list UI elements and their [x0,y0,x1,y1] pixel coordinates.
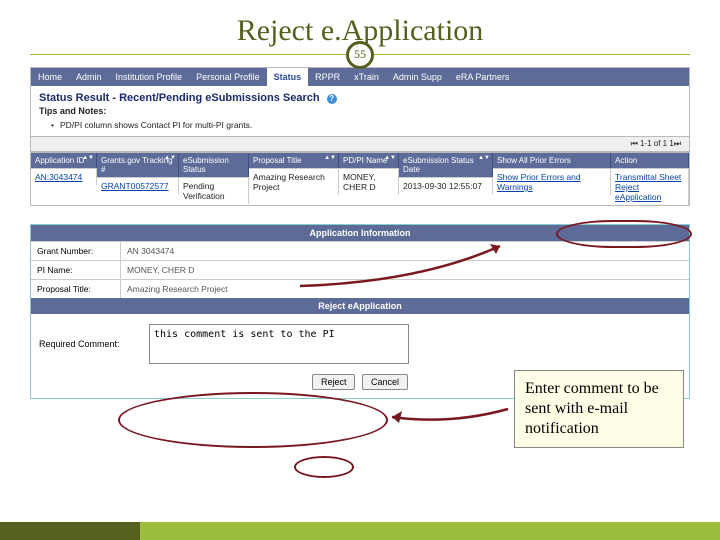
col-proposal[interactable]: Proposal Title▲▼ [249,153,339,168]
pi-value: MONEY, CHER D [121,261,200,279]
col-tracking[interactable]: Grants.gov Tracking #▲▼ [97,153,179,177]
nav-admin[interactable]: Admin [69,68,109,86]
status-result-panel: Home Admin Institution Profile Personal … [30,67,690,206]
nav-personal[interactable]: Personal Profile [189,68,267,86]
col-pdpi[interactable]: PD/PI Name▲▼ [339,153,399,168]
cell-app-id[interactable]: AN:3043474 [31,168,97,185]
comment-label: Required Comment: [39,339,139,349]
grant-value: AN 3043474 [121,242,180,260]
tips-label: Tips and Notes: [31,106,689,118]
nav-home[interactable]: Home [31,68,69,86]
cell-prior[interactable]: Show Prior Errors and Warnings [493,168,611,195]
accent-bar-olive [0,522,140,540]
title-rule: 55 [30,54,690,55]
row-pi: PI Name: MONEY, CHER D [31,260,689,279]
row-proposal: Proposal Title: Amazing Research Project [31,279,689,298]
era-nav: Home Admin Institution Profile Personal … [31,68,689,86]
cell-proposal: Amazing Research Project [249,168,339,195]
col-esub-status[interactable]: eSubmission Status [179,153,249,177]
nav-partners[interactable]: eRA Partners [449,68,517,86]
help-icon[interactable]: ? [327,94,337,104]
col-date[interactable]: eSubmission Status Date▲▼ [399,153,493,177]
slide-number-badge: 55 [346,41,374,69]
nav-rppr[interactable]: RPPR [308,68,347,86]
nav-xtrain[interactable]: xTrain [347,68,386,86]
row-grant: Grant Number: AN 3043474 [31,241,689,260]
results-grid: Application ID▲▼ AN:3043474 Grants.gov T… [31,152,689,205]
cell-pdpi: MONEY, CHER D [339,168,399,195]
col-app-id[interactable]: Application ID▲▼ [31,153,97,168]
nav-adminsupp[interactable]: Admin Supp [386,68,449,86]
app-info-header: Application Information [31,225,689,241]
cell-esub-status: Pending Verification [179,177,249,204]
reject-header: Reject eApplication [31,298,689,314]
tips-bullet: PD/PI column shows Contact PI for multi-… [31,118,689,136]
status-result-heading: Status Result - Recent/Pending eSubmissi… [31,86,689,106]
proposal-label: Proposal Title: [31,280,121,298]
reject-button[interactable]: Reject [312,374,356,390]
cell-date: 2013-09-30 12:55:07 [399,177,493,194]
callout-comment: Enter comment to be sent with e-mail not… [514,370,684,448]
nav-status[interactable]: Status [267,68,309,86]
cancel-button[interactable]: Cancel [362,374,408,390]
proposal-value: Amazing Research Project [121,280,234,298]
comment-textarea[interactable]: this comment is sent to the PI [149,324,409,364]
cell-actions[interactable]: Transmittal Sheet Reject eApplication [611,168,689,205]
pager[interactable]: ⏮ 1-1 of 1 1⏭ [31,136,689,152]
col-action: Action [611,153,689,168]
pi-label: PI Name: [31,261,121,279]
grant-label: Grant Number: [31,242,121,260]
cell-tracking[interactable]: GRANT00572577 [97,177,179,194]
col-prior[interactable]: Show All Prior Errors [493,153,611,168]
nav-institution[interactable]: Institution Profile [109,68,190,86]
